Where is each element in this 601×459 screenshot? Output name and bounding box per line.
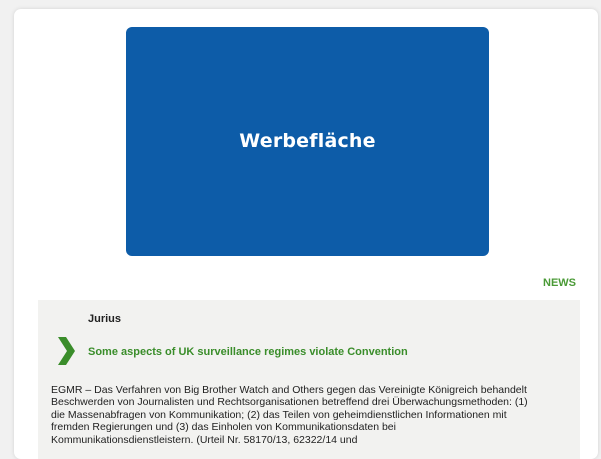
news-excerpt: EGMR – Das Verfahren von Big Brother Wat… [51,384,528,446]
news-section-label[interactable]: NEWS [543,277,576,289]
content-card: Werbefläche NEWS Jurius Some aspects of … [14,9,598,459]
ad-placeholder[interactable]: Werbefläche [126,27,489,256]
news-item[interactable]: Jurius Some aspects of UK surveillance r… [38,300,580,459]
news-title-link[interactable]: Some aspects of UK surveillance regimes … [88,346,408,358]
chevron-right-icon [55,335,77,367]
news-source: Jurius [88,313,122,325]
ad-label: Werbefläche [239,129,376,152]
